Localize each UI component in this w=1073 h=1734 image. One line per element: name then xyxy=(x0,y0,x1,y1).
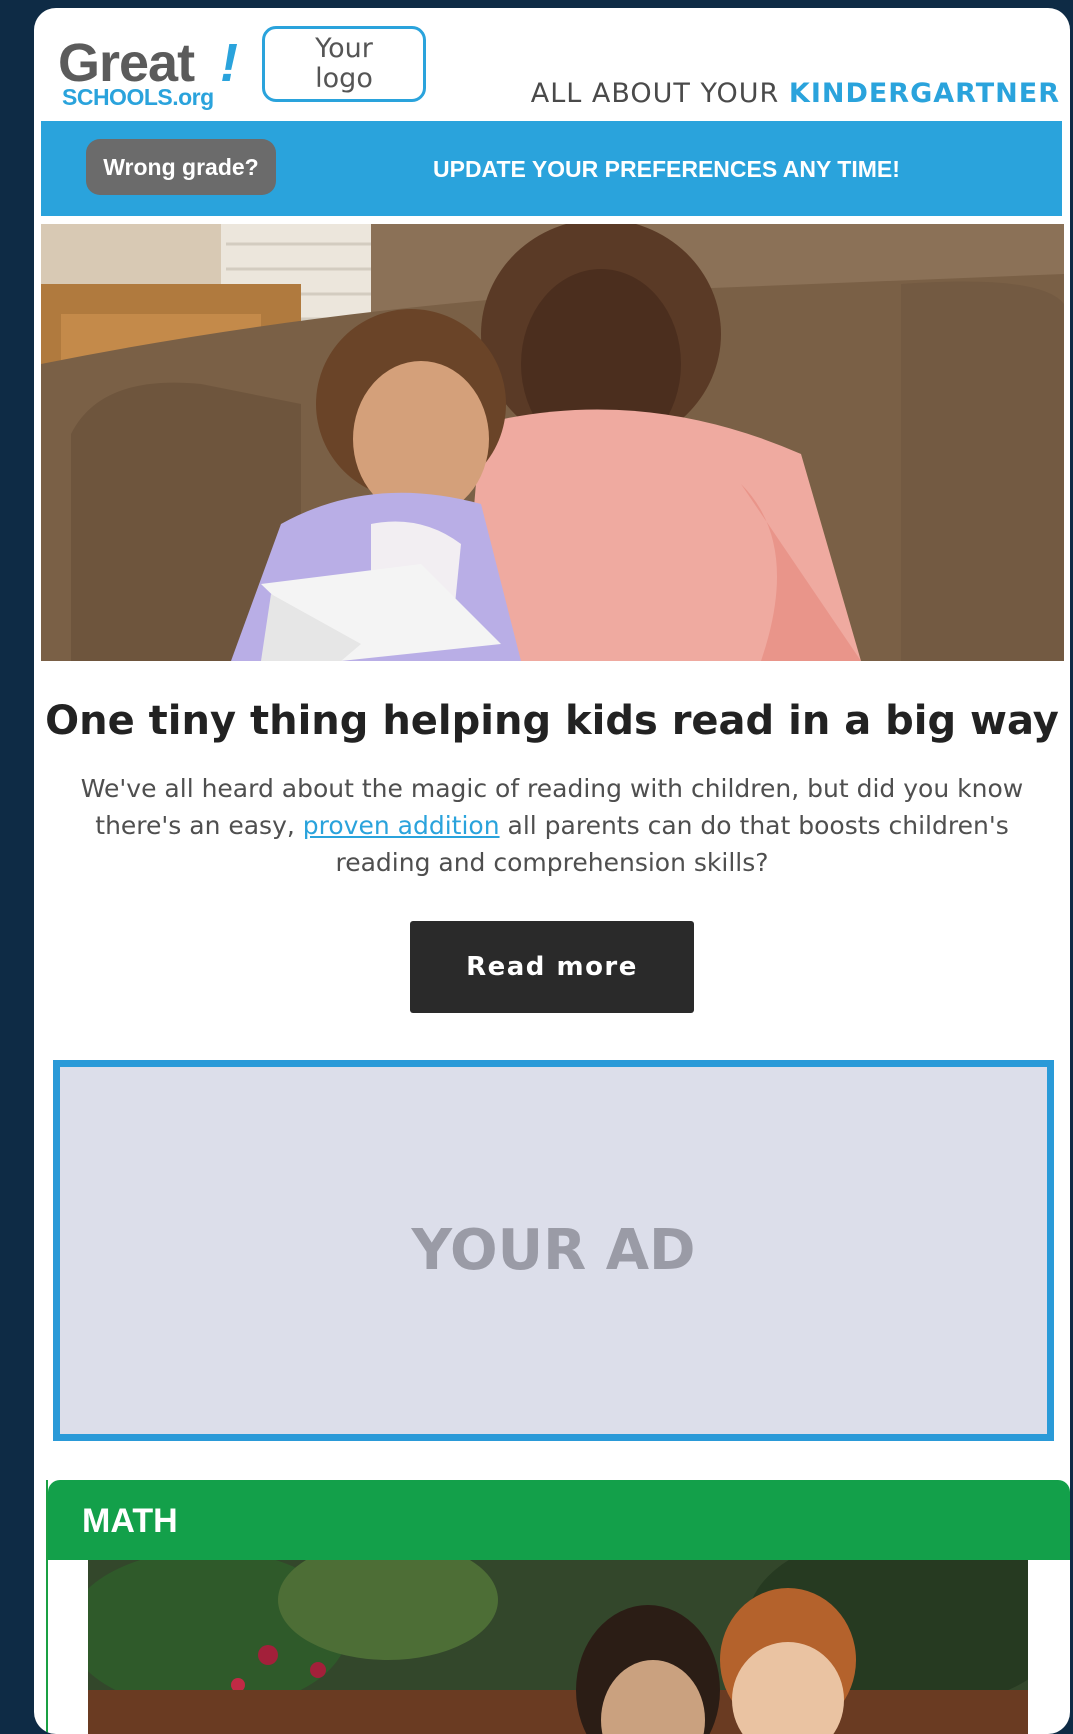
your-logo-line1: Your xyxy=(315,32,373,64)
math-section-header: MATH xyxy=(48,1480,1070,1560)
header-tagline: ALL ABOUT YOUR KINDERGARTNER xyxy=(531,78,1060,109)
math-section: MATH xyxy=(46,1480,1070,1734)
brand-sub-text: SCHOOLS.org xyxy=(62,84,214,110)
email-header: Great ! SCHOOLS.org Your logo ALL ABOUT … xyxy=(34,8,1070,120)
update-preferences-link[interactable]: UPDATE YOUR PREFERENCES ANY TIME! xyxy=(433,156,900,183)
read-more-button[interactable]: Read more xyxy=(410,921,694,1013)
your-logo-placeholder: Your logo xyxy=(262,26,426,102)
tagline-grade-keyword: KINDERGARTNER xyxy=(788,78,1060,109)
ad-label: YOUR AD xyxy=(411,1218,696,1283)
wrong-grade-button[interactable]: Wrong grade? xyxy=(86,139,276,195)
article-headline: One tiny thing helping kids read in a bi… xyxy=(45,698,1059,744)
email-preview-card: Great ! SCHOOLS.org Your logo ALL ABOUT … xyxy=(34,8,1070,1734)
math-section-title: MATH xyxy=(82,1502,178,1540)
greatschools-logo[interactable]: Great ! SCHOOLS.org xyxy=(58,32,238,112)
article-summary: We've all heard about the magic of readi… xyxy=(64,770,1040,881)
tagline-prefix: ALL ABOUT YOUR xyxy=(530,78,789,109)
brand-exclamation: ! xyxy=(220,33,238,93)
math-image-mother-son xyxy=(88,1560,1028,1734)
ad-placeholder[interactable]: YOUR AD xyxy=(53,1060,1054,1441)
your-logo-line2: logo xyxy=(315,63,373,94)
hero-image-mother-daughter-reading xyxy=(41,224,1064,661)
preferences-banner: Wrong grade? UPDATE YOUR PREFERENCES ANY… xyxy=(41,121,1062,216)
proven-addition-link[interactable]: proven addition xyxy=(303,811,500,840)
